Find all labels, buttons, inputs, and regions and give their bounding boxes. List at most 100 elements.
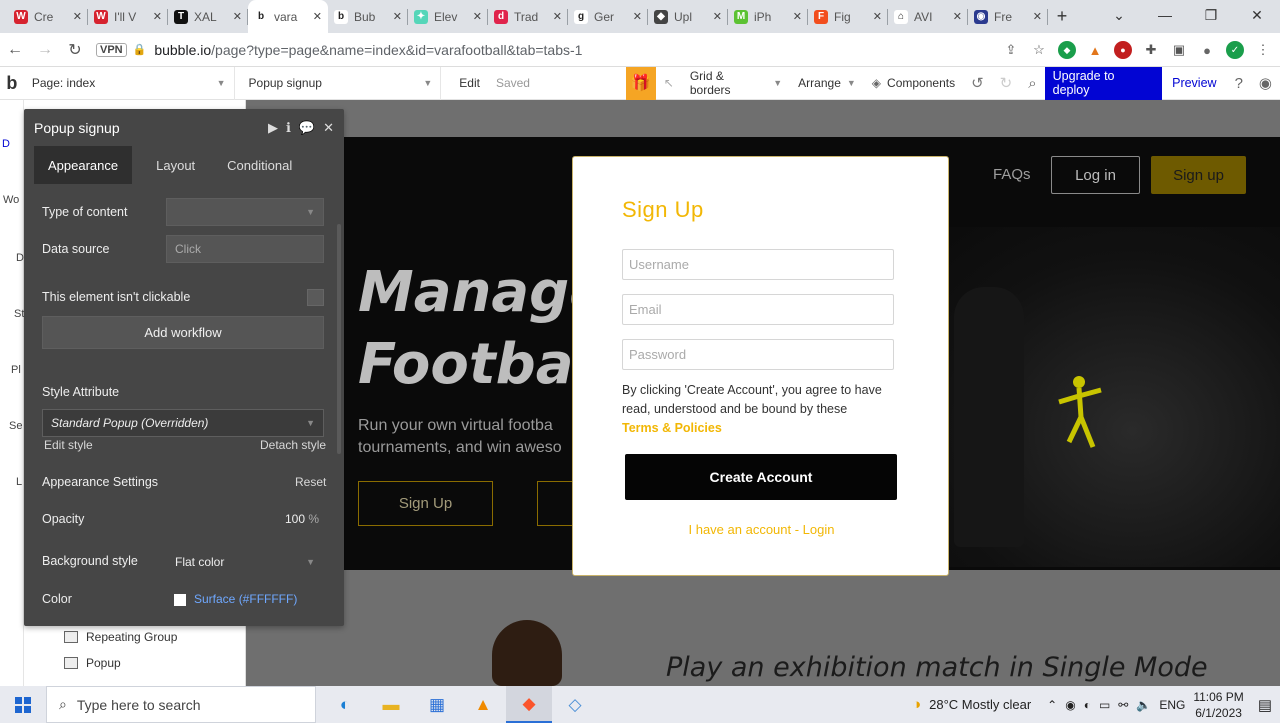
help-icon[interactable]: ? [1227,75,1251,92]
leftnav-design[interactable]: D [2,138,10,150]
opacity-field[interactable]: 100 % [285,512,319,526]
search-icon[interactable]: ⌕ [1020,75,1044,92]
tab-close-icon[interactable]: ✕ [73,10,82,23]
redo-icon[interactable]: ↻ [992,74,1021,92]
nav-login-button[interactable]: Log in [1051,156,1140,194]
reset-link[interactable]: Reset [295,475,326,489]
tab-close-icon[interactable]: ✕ [313,10,322,23]
style-dropdown[interactable]: Standard Popup (Overridden) ▼ [42,409,324,437]
menu-dots-icon[interactable]: ⋮ [1254,41,1272,59]
app-icon[interactable]: ◇ [552,686,598,723]
tab-close-icon[interactable]: ✕ [1033,10,1042,23]
comment-icon[interactable]: 💬 [299,120,315,136]
back-icon[interactable]: ← [0,41,30,59]
browser-tab[interactable]: b vara ✕ [248,0,328,33]
volume-icon[interactable]: 🔈 [1136,698,1151,712]
share-icon[interactable]: ⇪ [1002,41,1020,59]
hero-secondary-button[interactable] [537,481,577,526]
login-link[interactable]: I have an account - Login [573,522,950,537]
tab-close-icon[interactable]: ✕ [873,10,882,23]
add-workflow-button[interactable]: Add workflow [42,316,324,349]
terms-link[interactable]: Terms & Policies [622,419,912,438]
browser-tab[interactable]: ◆ Upl ✕ [648,0,728,33]
signup-popup[interactable]: Sign Up By clicking 'Create Account', yo… [572,156,949,576]
weather-icon[interactable]: ◑ [912,696,921,713]
tab-appearance[interactable]: Appearance [34,146,133,184]
browser-tab[interactable]: ⌂ AVI ✕ [888,0,968,33]
chrome-tray-icon[interactable]: ◉ [1065,698,1075,712]
browser-tab[interactable]: b Bub ✕ [328,0,408,33]
components-menu[interactable]: ◈ Components [864,76,963,90]
leftnav-settings[interactable]: Se [9,420,22,432]
email-input[interactable] [622,294,894,325]
windows-start-icon[interactable] [0,696,46,713]
tab-close-icon[interactable]: ✕ [793,10,802,23]
type-of-content-dropdown[interactable]: ▼ [166,198,324,226]
browser-tab[interactable]: g Ger ✕ [568,0,648,33]
leftnav-logs[interactable]: L [16,476,22,488]
tab-close-icon[interactable]: ✕ [553,10,562,23]
password-input[interactable] [622,339,894,370]
undo-icon[interactable]: ↺ [963,74,992,92]
forward-icon[interactable]: → [30,41,60,59]
tab-layout[interactable]: Layout [142,146,209,184]
create-account-button[interactable]: Create Account [625,454,897,500]
check-extension-icon[interactable]: ✓ [1226,41,1244,59]
background-style-dropdown[interactable]: Flat color ▼ [166,548,324,576]
tab-close-icon[interactable]: ✕ [473,10,482,23]
leftnav-styles[interactable]: St [14,308,24,320]
tab-close-icon[interactable]: ✕ [233,10,242,23]
tab-close-icon[interactable]: ✕ [633,10,642,23]
play-icon[interactable]: ▶ [268,120,278,136]
store-icon[interactable]: ▦ [414,686,460,723]
tree-item-popup[interactable]: Popup [64,656,121,670]
page-selector[interactable]: Page: index ▼ [24,66,235,100]
brave-browser-icon[interactable]: ◆ [506,686,552,723]
nav-signup-button[interactable]: Sign up [1151,156,1246,194]
browser-tab[interactable]: ◉ Fre ✕ [968,0,1048,33]
lock-icon[interactable]: 🔒 [133,43,147,56]
vpn-badge[interactable]: VPN [96,42,127,57]
profile-icon[interactable]: ● [1198,41,1216,59]
notification-icon[interactable]: ▤ [1258,696,1272,714]
upgrade-to-deploy-button[interactable]: Upgrade to deploy [1044,66,1163,100]
browser-tab[interactable]: W I'll V ✕ [88,0,168,33]
minimize-icon[interactable]: — [1142,0,1188,30]
data-source-field[interactable]: Click [166,235,324,263]
tab-close-icon[interactable]: ✕ [153,10,162,23]
browser-tab[interactable]: W Cre ✕ [8,0,88,33]
element-selector[interactable]: Popup signup ▼ [241,66,442,100]
nav-faqs-link[interactable]: FAQs [993,166,1031,183]
account-icon[interactable]: ◉ [1251,74,1280,92]
close-icon[interactable]: ✕ [323,120,334,136]
username-input[interactable] [622,249,894,280]
hero-signup-button[interactable]: Sign Up [358,481,493,526]
chevron-up-icon[interactable]: ⌃ [1047,698,1057,712]
leftnav-data[interactable]: D [16,252,24,264]
extension-red-icon[interactable]: ● [1114,41,1132,59]
cursor-icon[interactable]: ↖ [656,76,682,90]
leftnav-workflow[interactable]: Wo [3,194,19,206]
edit-menu[interactable]: Edit [451,76,488,90]
gift-icon[interactable]: 🎁 [625,66,656,100]
tab-conditional[interactable]: Conditional [213,146,306,184]
restore-icon[interactable]: ❐ [1188,0,1234,30]
browser-tab[interactable]: MiPh ✕ [728,0,808,33]
bluetooth-icon[interactable]: ⚯ [1118,698,1128,712]
weather-text[interactable]: 28°C Mostly clear [929,697,1031,712]
puzzle-icon[interactable]: ✚ [1142,41,1160,59]
vlc-icon[interactable]: ▲ [460,686,506,723]
editor-scrollbar[interactable] [337,224,341,454]
detach-style-link[interactable]: Detach style [260,438,326,452]
browser-tab[interactable]: d Trad ✕ [488,0,568,33]
leftnav-plugins[interactable]: Pl [11,364,21,376]
bookmark-star-icon[interactable]: ☆ [1030,41,1048,59]
shield-extension-icon[interactable]: ◆ [1058,41,1076,59]
tab-close-icon[interactable]: ✕ [953,10,962,23]
language-indicator[interactable]: ENG [1159,698,1185,712]
tab-search-icon[interactable]: ⌄ [1096,0,1142,30]
color-value[interactable]: Surface (#FFFFFF) [194,592,297,606]
network-icon[interactable]: ▭ [1099,698,1110,712]
tab-close-icon[interactable]: ✕ [393,10,402,23]
grid-borders-menu[interactable]: Grid & borders ▼ [682,69,790,97]
